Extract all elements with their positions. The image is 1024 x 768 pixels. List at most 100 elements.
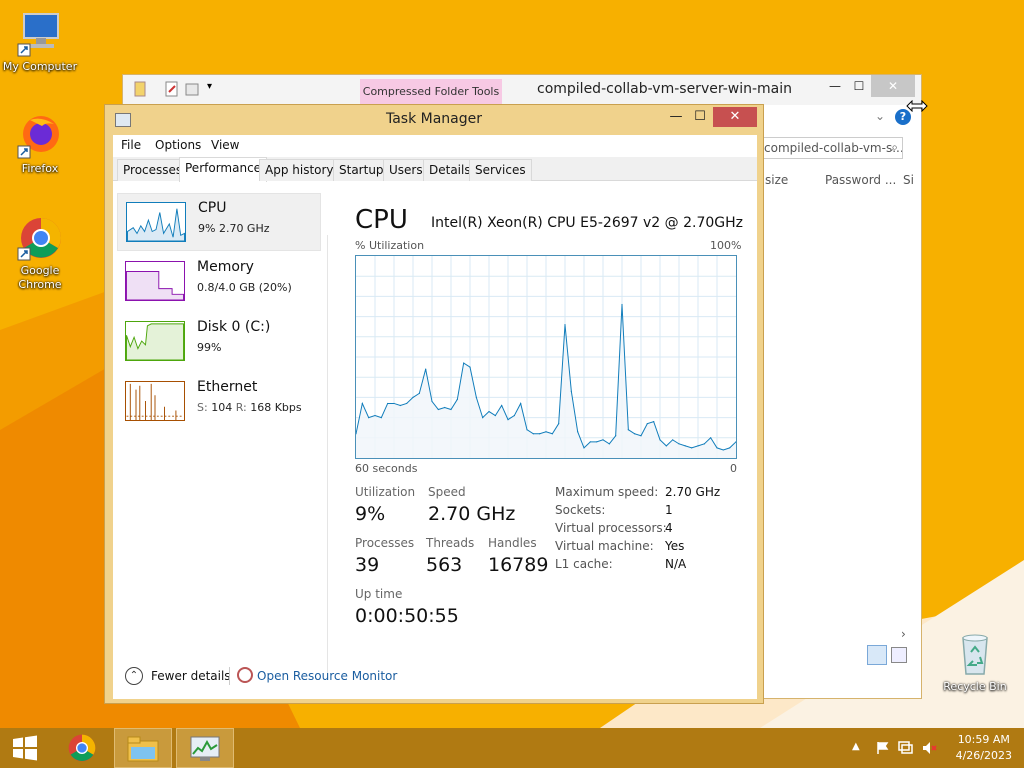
cpu-utilization-point	[729, 447, 731, 449]
task-manager-footer: ⌃ Fewer details Open Resource Monitor	[113, 659, 757, 699]
cpu-utilization-point	[710, 437, 712, 439]
explorer-title: compiled-collab-vm-server-win-main	[537, 81, 792, 97]
maximize-button[interactable]: ☐	[685, 107, 715, 127]
sidebar-item-detail: S: 104 R: 168 Kbps	[197, 401, 302, 414]
cpu-utilization-graph	[355, 255, 737, 459]
cpu-utilization-point	[475, 396, 477, 398]
sidebar-item-label: Disk 0 (C:)	[197, 319, 271, 335]
cpu-utilization-point	[393, 402, 395, 405]
column-header-size[interactable]: size	[765, 173, 788, 187]
cpu-utilization-point	[716, 447, 718, 449]
task-manager-titlebar[interactable]: Task Manager — ☐ ✕	[105, 105, 763, 133]
handles-value: 16789	[488, 554, 549, 576]
column-header-si[interactable]: Si	[903, 173, 914, 187]
desktop-icon-firefox[interactable]: Firefox	[0, 112, 80, 176]
cpu-utilization-point	[545, 431, 547, 433]
fewer-details-button[interactable]: Fewer details	[151, 669, 231, 683]
chevron-down-icon[interactable]: ▾	[207, 81, 221, 97]
compressed-folder-tools-tab[interactable]: Compressed Folder Tools	[360, 79, 502, 105]
tab-startup[interactable]: Startup	[333, 159, 390, 181]
action-center-flag-icon[interactable]	[876, 741, 890, 755]
task-manager-window[interactable]: Task Manager — ☐ ✕ File Options View Pro…	[104, 104, 764, 704]
cpu-utilization-point	[520, 402, 522, 405]
tab-processes[interactable]: Processes	[117, 159, 189, 181]
properties-icon[interactable]	[133, 81, 147, 97]
show-hidden-icons-icon[interactable]: ▲	[852, 741, 866, 755]
new-document-icon[interactable]	[165, 81, 179, 97]
cpu-utilization-point	[570, 390, 572, 392]
search-icon[interactable]: ⌕	[891, 140, 898, 155]
close-button[interactable]: ✕	[713, 107, 757, 127]
cpu-utilization-point	[418, 392, 420, 394]
ethernet-thumbnail-graph	[125, 381, 185, 421]
sidebar-item-cpu[interactable]: CPU 9% 2.70 GHz	[117, 193, 321, 251]
sidebar-item-label: Ethernet	[197, 379, 258, 395]
view-toggle-group	[867, 645, 915, 667]
recycle-bin-icon	[951, 630, 999, 678]
property-label: L1 cache:	[555, 557, 613, 571]
network-icon[interactable]	[898, 741, 913, 755]
scroll-right-arrow-icon[interactable]: ›	[901, 627, 906, 641]
cpu-utilization-point	[665, 445, 667, 447]
details-view-icon[interactable]	[867, 645, 887, 665]
taskbar-clock[interactable]: 10:59 AM 4/26/2023	[956, 732, 1012, 764]
start-button[interactable]	[0, 728, 50, 768]
search-input[interactable]: compiled-collab-vm-s... ⌕	[757, 137, 903, 159]
receive-value: 168 Kbps	[250, 401, 302, 414]
property-value: N/A	[665, 557, 687, 571]
cpu-utilization-point	[488, 410, 490, 413]
cpu-utilization-point	[697, 445, 699, 447]
disk-thumbnail-graph	[125, 321, 185, 361]
open-resource-monitor-link[interactable]: Open Resource Monitor	[257, 669, 397, 683]
cpu-utilization-point	[387, 402, 389, 405]
taskbar-task-manager-button[interactable]	[176, 728, 234, 768]
cpu-utilization-point	[621, 303, 623, 306]
sidebar-item-label: CPU	[198, 200, 227, 216]
detail-heading: CPU	[355, 205, 408, 235]
taskbar-file-explorer-button[interactable]	[114, 728, 172, 768]
menu-file[interactable]: File	[121, 138, 141, 152]
volume-muted-icon[interactable]	[922, 741, 937, 755]
footer-separator	[229, 667, 230, 685]
desktop-icon-label: My Computer	[2, 60, 78, 73]
sidebar-item-disk[interactable]: Disk 0 (C:) 99%	[117, 313, 321, 371]
cpu-utilization-point	[526, 429, 528, 431]
property-label: Maximum speed:	[555, 485, 659, 499]
uptime-value: 0:00:50:55	[355, 605, 459, 627]
tab-app-history[interactable]: App history	[259, 159, 340, 181]
cpu-utilization-point	[456, 398, 458, 401]
cpu-utilization-point	[583, 447, 585, 449]
tab-bar: Processes Performance App history Startu…	[113, 157, 757, 182]
cpu-utilization-point	[735, 441, 736, 443]
taskbar-chrome-button[interactable]	[54, 728, 112, 768]
cpu-utilization-point	[589, 441, 591, 443]
close-button[interactable]: ✕	[871, 75, 915, 97]
sidebar-item-detail: 9% 2.70 GHz	[198, 222, 270, 235]
chevron-up-icon[interactable]: ⌃	[125, 667, 143, 685]
tab-services[interactable]: Services	[469, 159, 532, 181]
sidebar-item-memory[interactable]: Memory 0.8/4.0 GB (20%)	[117, 253, 321, 311]
column-header-password[interactable]: Password ...	[825, 173, 896, 187]
cpu-utilization-point	[482, 417, 484, 419]
tab-users[interactable]: Users	[383, 159, 429, 181]
expand-ribbon-chevron-icon[interactable]: ⌄	[875, 109, 885, 123]
folder-icon[interactable]	[185, 81, 199, 97]
tab-performance[interactable]: Performance	[179, 157, 268, 182]
sidebar-item-label: Memory	[197, 259, 254, 275]
uptime-label: Up time	[355, 587, 403, 601]
sidebar-item-ethernet[interactable]: Ethernet S: 104 R: 168 Kbps	[117, 373, 321, 431]
cpu-utilization-point	[551, 433, 553, 435]
desktop-icon-google-chrome[interactable]: Google Chrome	[0, 214, 80, 292]
desktop-icon-my-computer[interactable]: My Computer	[0, 10, 80, 74]
handles-label: Handles	[488, 536, 537, 550]
processes-label: Processes	[355, 536, 415, 550]
explorer-titlebar[interactable]: ▾ Compressed Folder Tools compiled-colla…	[123, 75, 921, 105]
pane-divider[interactable]	[327, 235, 328, 675]
menu-options[interactable]: Options	[155, 138, 201, 152]
cpu-thumbnail-graph	[126, 202, 186, 242]
send-label: S:	[197, 401, 208, 414]
menu-view[interactable]: View	[211, 138, 239, 152]
large-icons-view-icon[interactable]	[891, 647, 907, 663]
desktop-icon-recycle-bin[interactable]: Recycle Bin	[935, 630, 1015, 694]
cpu-utilization-point	[678, 443, 680, 445]
